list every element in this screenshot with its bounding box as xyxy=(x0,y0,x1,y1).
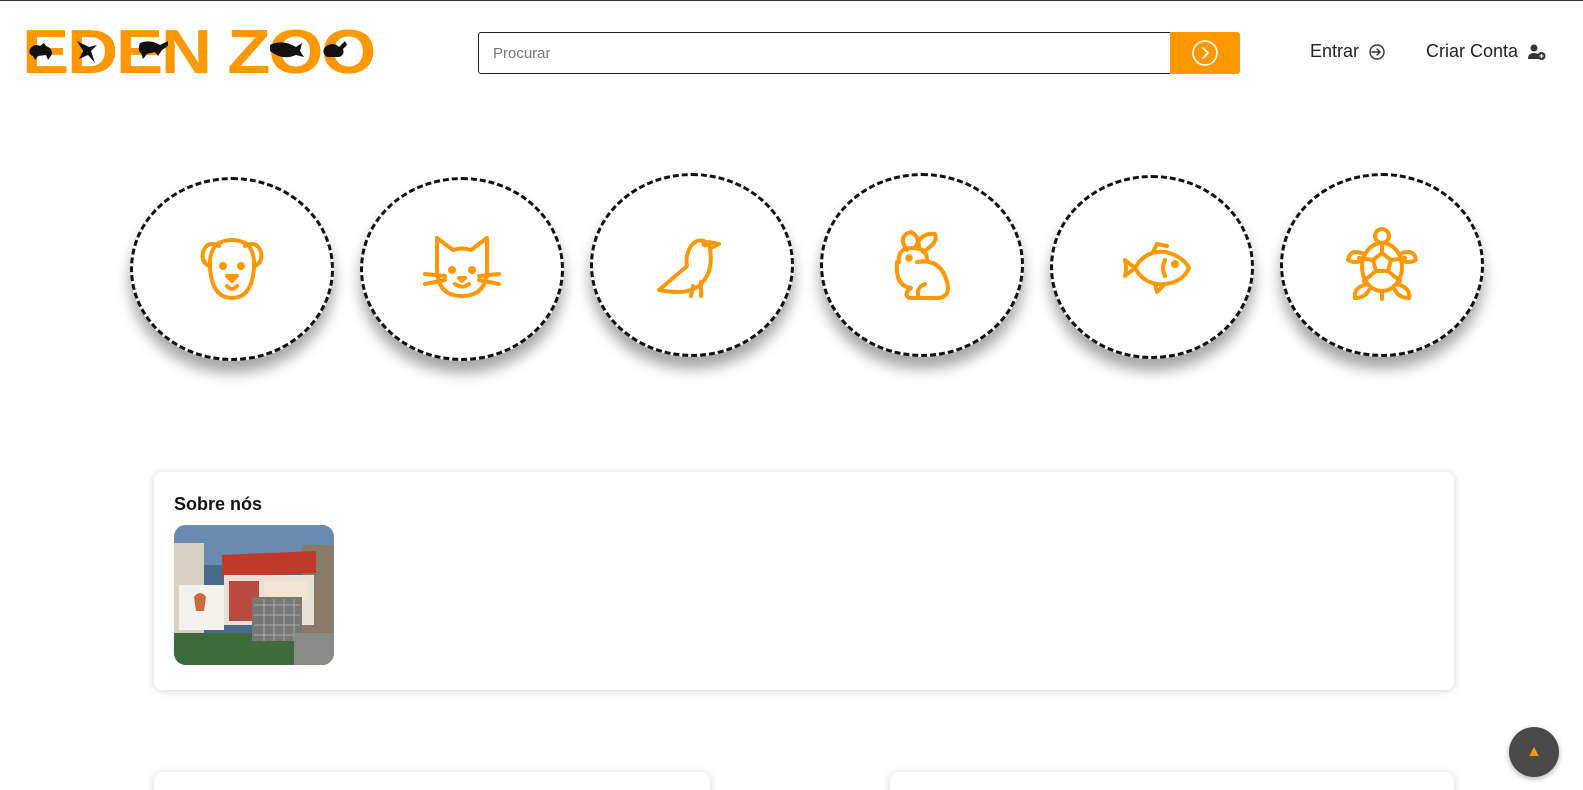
signup-link[interactable]: Criar Conta xyxy=(1426,41,1547,62)
category-turtle[interactable] xyxy=(1280,173,1484,357)
login-label: Entrar xyxy=(1310,41,1360,61)
login-link[interactable]: Entrar xyxy=(1310,41,1386,62)
arrow-right-circle-icon xyxy=(1192,40,1218,66)
page: EDEN ZOO Entrar xyxy=(0,0,1583,790)
add-user-icon xyxy=(1528,44,1546,60)
cat-icon xyxy=(423,236,501,298)
dog-icon xyxy=(200,238,264,300)
svg-text:EDEN ZOO: EDEN ZOO xyxy=(22,21,374,79)
search-button[interactable] xyxy=(1170,32,1240,74)
search-input[interactable] xyxy=(478,32,1170,74)
header: EDEN ZOO Entrar xyxy=(0,1,1583,101)
category-list xyxy=(0,171,1583,371)
about-card: Sobre nós xyxy=(154,472,1454,690)
turtle-icon xyxy=(1346,227,1418,301)
info-card-right xyxy=(890,772,1454,790)
about-title: Sobre nós xyxy=(174,494,263,514)
triangle-up-icon: ▲ xyxy=(1526,743,1542,760)
store-photo xyxy=(174,525,334,665)
category-bird[interactable] xyxy=(590,173,794,357)
info-card-left xyxy=(154,772,710,790)
category-fish[interactable] xyxy=(1050,175,1254,359)
scroll-to-top-button[interactable]: ▲ xyxy=(1509,727,1559,777)
login-arrow-icon xyxy=(1369,43,1385,60)
signup-label: Criar Conta xyxy=(1426,41,1519,61)
eden-zoo-logo[interactable]: EDEN ZOO xyxy=(22,21,377,79)
category-rabbit[interactable] xyxy=(820,173,1024,357)
fish-icon xyxy=(1123,242,1191,294)
category-cat[interactable] xyxy=(360,177,564,361)
bird-icon xyxy=(657,238,721,298)
category-dog[interactable] xyxy=(130,177,334,361)
search-bar xyxy=(478,32,1240,74)
rabbit-icon xyxy=(894,230,950,300)
